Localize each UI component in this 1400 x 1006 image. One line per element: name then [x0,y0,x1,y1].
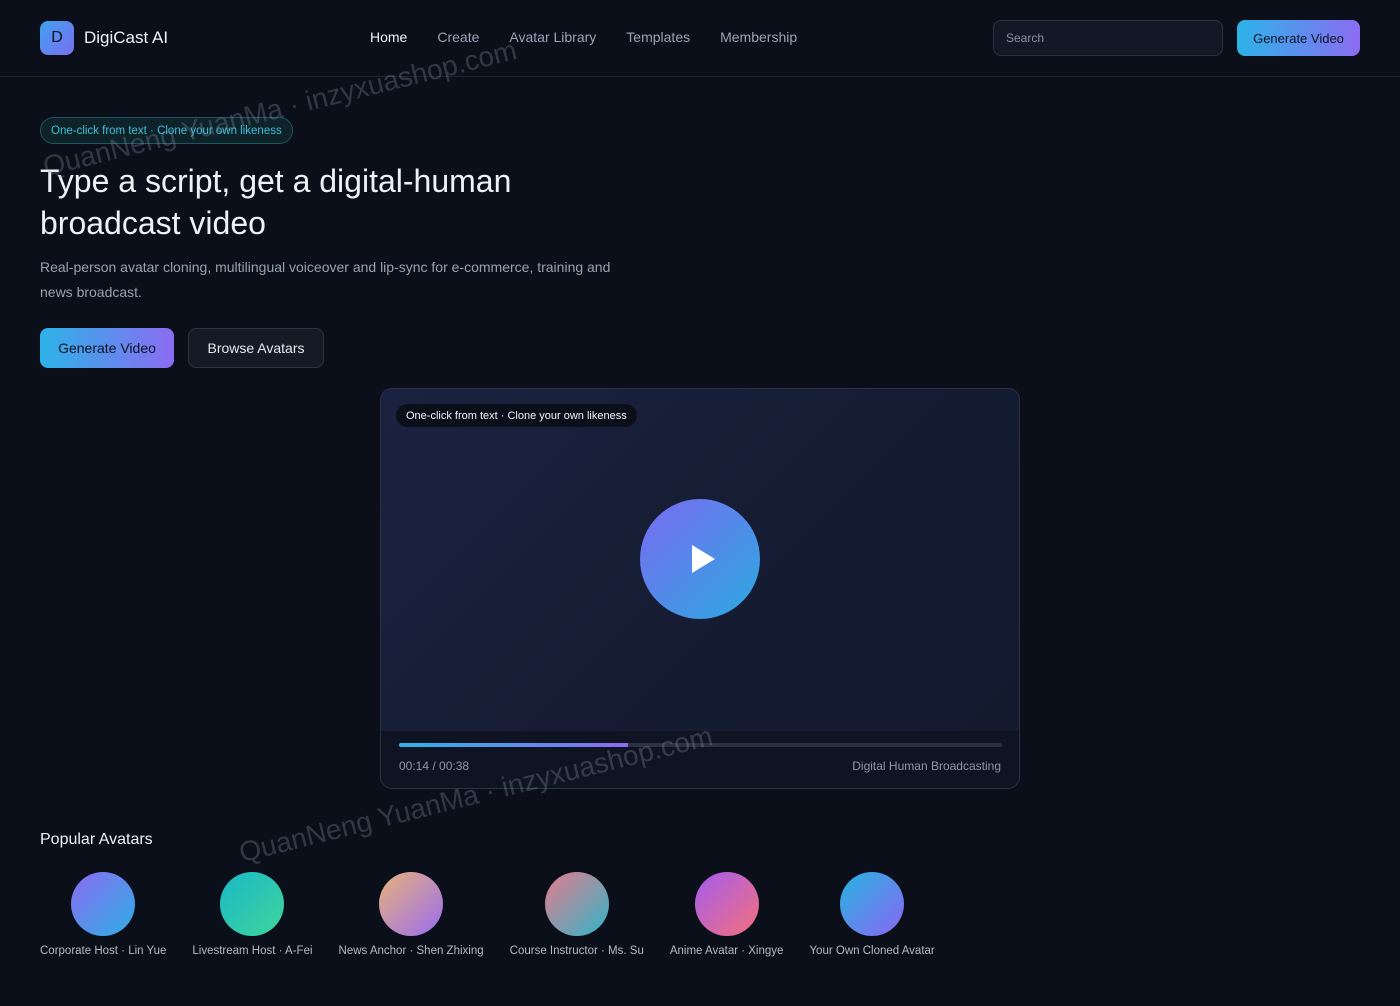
avatar-label: Corporate Host · Lin Yue [40,945,167,957]
hero-title: Type a script, get a digital-human broad… [40,163,512,241]
avatar-label: Livestream Host · A-Fei [192,945,313,957]
progress-fill [399,743,629,747]
app-name: DigiCast AI [84,28,169,47]
avatar-item[interactable]: Your Own Cloned Avatar [809,872,935,957]
avatar [379,872,444,936]
avatar-label: Your Own Cloned Avatar [809,945,935,957]
header-generate-video-button[interactable]: Generate Video [1237,20,1360,56]
nav-membership[interactable]: Membership [720,29,797,45]
play-button[interactable] [640,499,760,619]
avatar-item[interactable]: Livestream Host · A-Fei [192,872,313,957]
nav-home[interactable]: Home [370,29,407,45]
hero-generate-video-button[interactable]: Generate Video [40,328,174,368]
browse-avatars-button[interactable]: Browse Avatars [188,328,324,368]
play-icon [691,545,715,573]
avatar-label: Course Instructor · Ms. Su [509,945,644,957]
nav-avatar-library[interactable]: Avatar Library [509,29,596,45]
avatar-item[interactable]: Corporate Host · Lin Yue [40,872,166,957]
avatar-item[interactable]: News Anchor · Shen Zhixing [339,872,484,957]
avatar-item[interactable]: Course Instructor · Ms. Su [510,872,644,957]
progress-bar[interactable] [399,743,1002,747]
avatar [544,872,609,936]
popular-avatars-title: Popular Avatars [40,831,153,848]
video-screen[interactable]: One-click from text · Clone your own lik… [381,389,1019,731]
top-header: D DigiCast AI Home Create Avatar Library… [0,0,1400,77]
hero-description: Real-person avatar cloning, multilingual… [40,259,611,300]
avatar [71,872,136,936]
main-nav: Home Create Avatar Library Templates Mem… [370,29,797,45]
avatar [694,872,759,936]
avatar-label: Anime Avatar · Xingye [669,945,784,957]
avatar-label: News Anchor · Shen Zhixing [338,945,484,957]
search-input[interactable] [993,20,1223,56]
logo-mark: D [40,21,74,55]
avatar [840,872,905,936]
hero-badge: One-click from text · Clone your own lik… [40,117,293,144]
nav-templates[interactable]: Templates [626,29,690,45]
avatar-list: Corporate Host · Lin Yue Livestream Host… [40,872,935,957]
logo[interactable]: D DigiCast AI [40,21,168,55]
playback-time: 00:14 / 00:38 [399,759,470,773]
avatar [220,872,285,936]
video-player: One-click from text · Clone your own lik… [380,388,1020,789]
video-tag: One-click from text · Clone your own lik… [396,404,637,427]
avatar-item[interactable]: Anime Avatar · Xingye [669,872,784,957]
video-caption: Digital Human Broadcasting [852,759,1001,773]
nav-create[interactable]: Create [437,29,479,45]
